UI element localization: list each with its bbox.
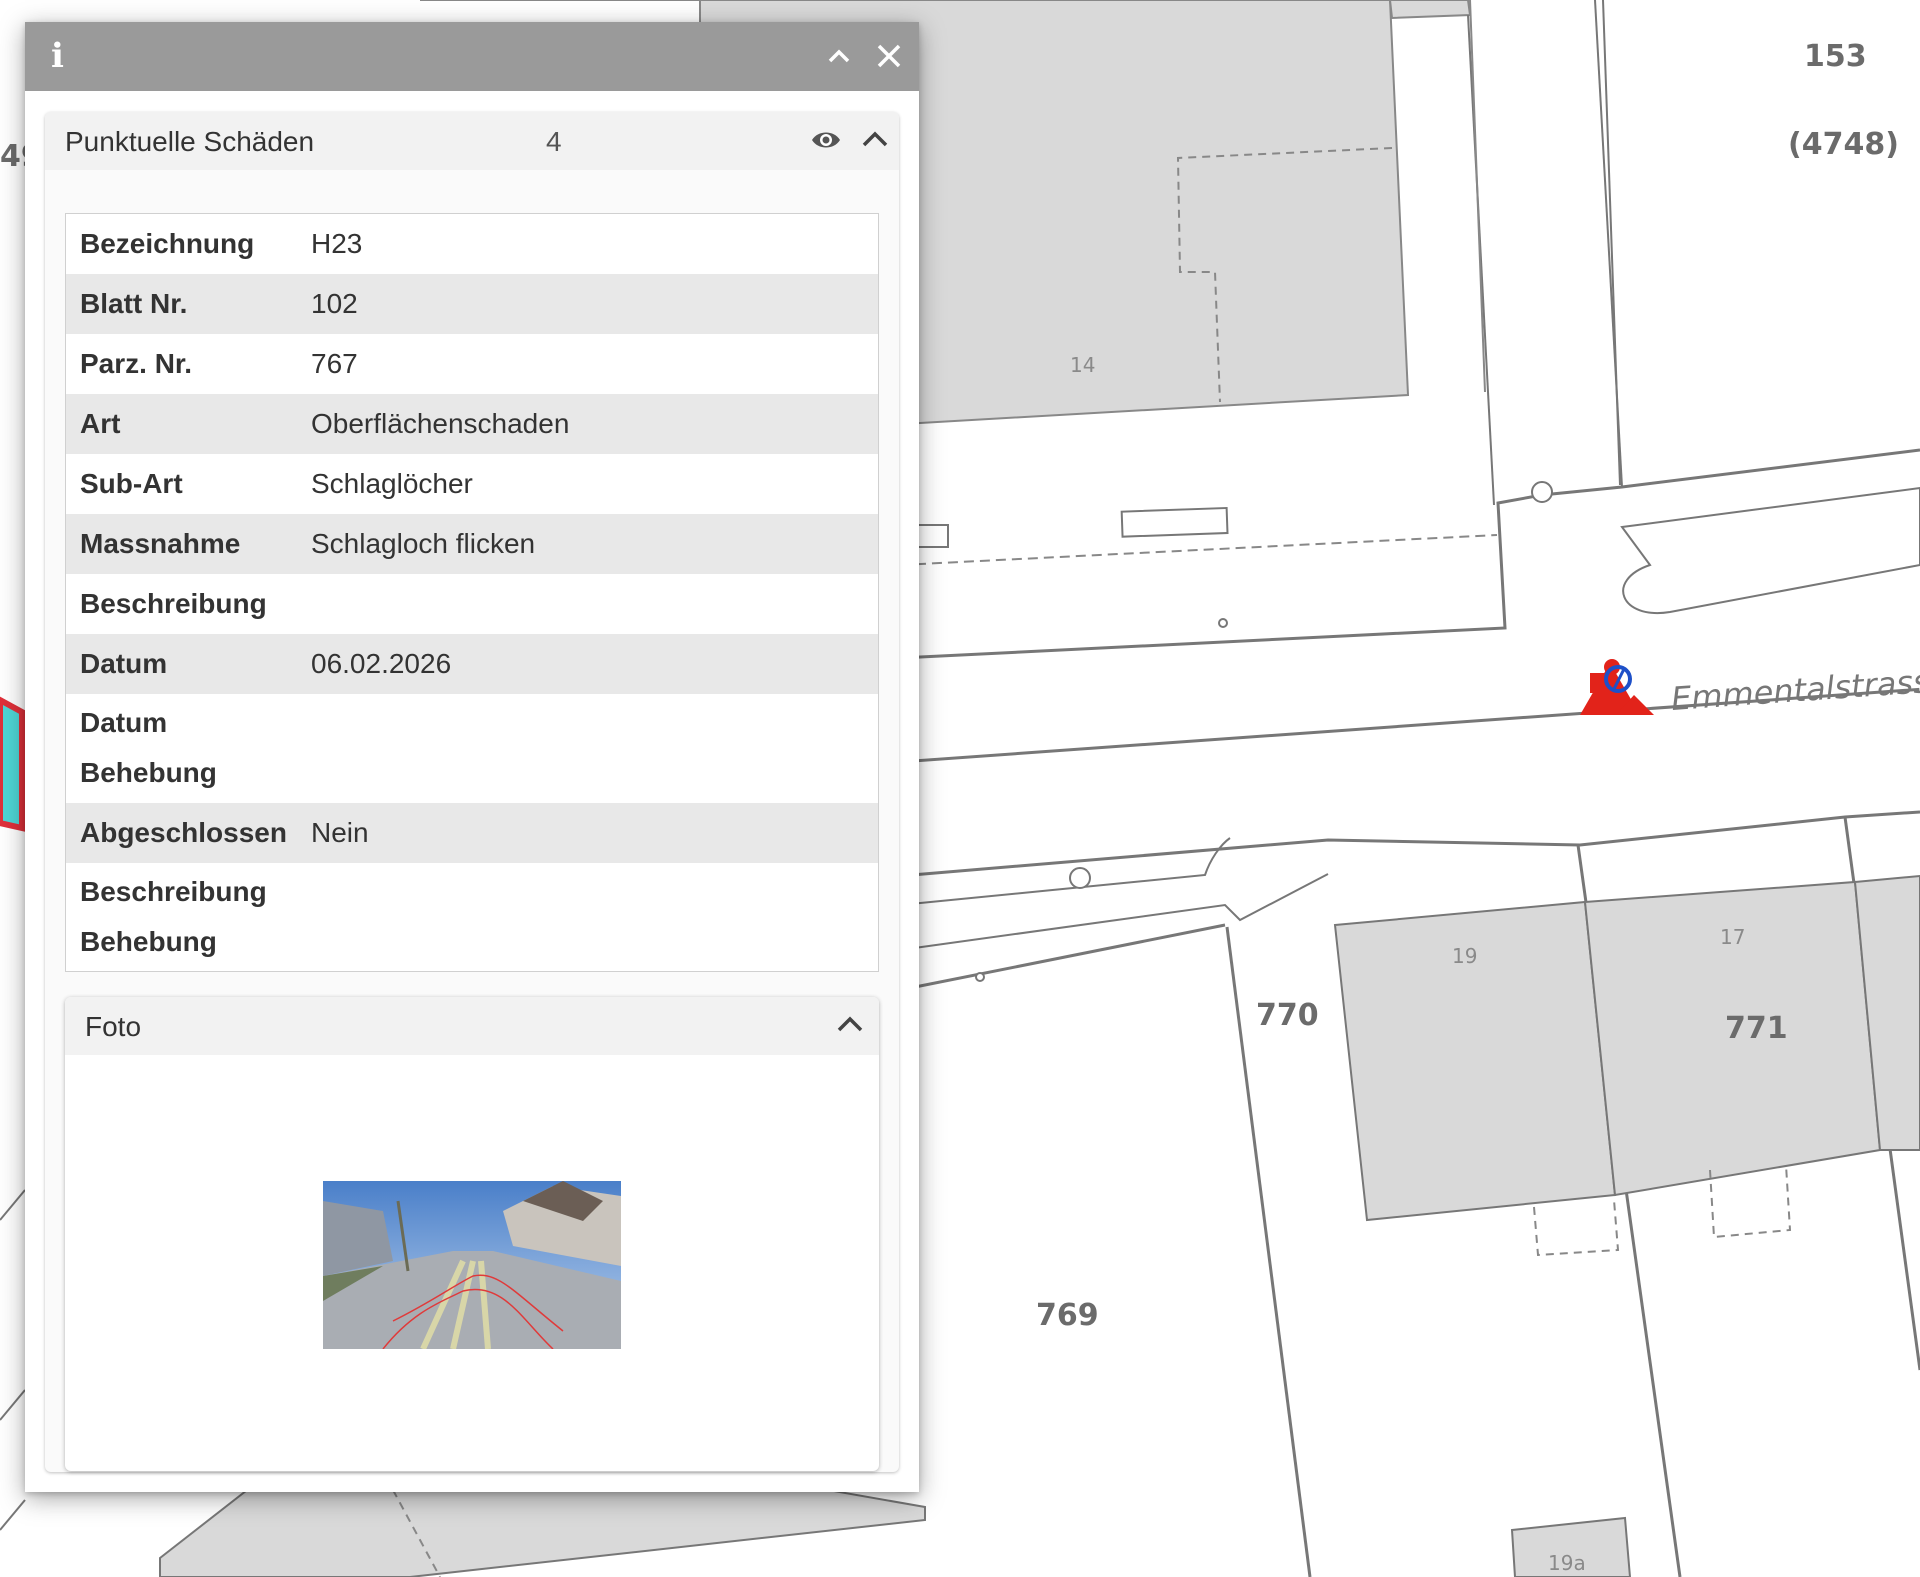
table-row: Datum Behebung (66, 694, 879, 803)
close-icon (877, 44, 901, 68)
table-row: Blatt Nr. 102 (65, 273, 879, 334)
attribute-value: H23 (311, 227, 363, 259)
layer-title: Punktuelle Schäden (65, 126, 315, 157)
collapse-panel-button[interactable] (817, 34, 861, 78)
attribute-key: Art (65, 393, 297, 454)
house-number: 14 (1070, 353, 1095, 377)
table-row: Abgeschlossen Nein (65, 802, 879, 863)
attribute-value: 102 (297, 273, 879, 334)
table-row: Art Oberflächenschaden (65, 393, 879, 454)
eye-icon (812, 132, 840, 148)
attribute-value: 06.02.2026 (297, 633, 879, 694)
chevron-up-icon (828, 49, 850, 63)
attribute-key: Sub-Art (80, 467, 183, 499)
attribute-key: Parz. Nr. (80, 347, 193, 379)
attribute-value: Schlagloch flicken (297, 513, 879, 574)
attribute-key: Datum (65, 633, 297, 694)
photo-thumbnail (323, 1181, 621, 1349)
house-number: 19 (1452, 944, 1477, 968)
table-row: Beschreibung Behebung (66, 863, 879, 972)
attribute-key: Abgeschlossen (65, 802, 297, 863)
table-row: Sub-Art Schlaglöcher (66, 454, 879, 514)
house-number: 19a (1548, 1551, 1586, 1575)
feature-info-panel: i Punktuelle Schäden 4 Bezeichnung H23 B… (25, 22, 919, 1492)
building (1388, 0, 1472, 20)
attribute-value (297, 863, 879, 972)
damage-photo[interactable] (323, 1181, 621, 1349)
table-row: Bezeichnung H23 (66, 214, 879, 274)
attribute-key: Datum Behebung (80, 707, 217, 788)
parcel-label: (4748) (1788, 127, 1899, 162)
layer-section-header[interactable]: Punktuelle Schäden 4 (45, 112, 899, 170)
foto-title: Foto (85, 1011, 142, 1042)
parcel-label: 770 (1256, 998, 1319, 1033)
visibility-toggle-button[interactable] (810, 126, 842, 161)
attribute-table: Bezeichnung H23 Blatt Nr. 102 Parz. Nr. 767… (65, 213, 879, 972)
parcel-label: 153 (1804, 39, 1867, 74)
foto-section: Foto (65, 997, 879, 1471)
chevron-up-icon (862, 131, 888, 147)
attribute-key: Beschreibung Behebung (80, 875, 267, 957)
foto-section-header[interactable]: Foto (65, 997, 879, 1055)
attribute-key: Blatt Nr. (65, 273, 297, 334)
chevron-up-icon (837, 1016, 863, 1032)
table-row: Parz. Nr. 767 (66, 334, 879, 394)
attribute-value: Schlaglöcher (311, 467, 473, 499)
attribute-value (297, 574, 879, 634)
attribute-value: 767 (311, 347, 358, 379)
attribute-key: Bezeichnung (80, 227, 255, 259)
parcel-label: 769 (1036, 1298, 1099, 1333)
parcel-label: 771 (1725, 1011, 1788, 1046)
attribute-value: Nein (297, 802, 879, 863)
house-number: 17 (1720, 925, 1745, 949)
feature-count: 4 (546, 126, 562, 157)
close-panel-button[interactable] (867, 34, 911, 78)
attribute-value: Oberflächenschaden (297, 393, 879, 454)
attribute-key: Beschreibung (80, 587, 267, 619)
collapse-foto-button[interactable] (835, 1011, 865, 1043)
table-row: Massnahme Schlagloch flicken (65, 513, 879, 574)
collapse-section-button[interactable] (860, 126, 890, 158)
info-icon: i (51, 36, 64, 76)
attribute-value (297, 694, 879, 803)
panel-header[interactable]: i (25, 22, 919, 91)
layer-section: Punktuelle Schäden 4 Bezeichnung H23 Blat… (45, 112, 899, 1472)
attribute-key: Massnahme (65, 513, 297, 574)
table-row: Beschreibung (66, 574, 879, 634)
table-row: Datum 06.02.2026 (65, 633, 879, 694)
